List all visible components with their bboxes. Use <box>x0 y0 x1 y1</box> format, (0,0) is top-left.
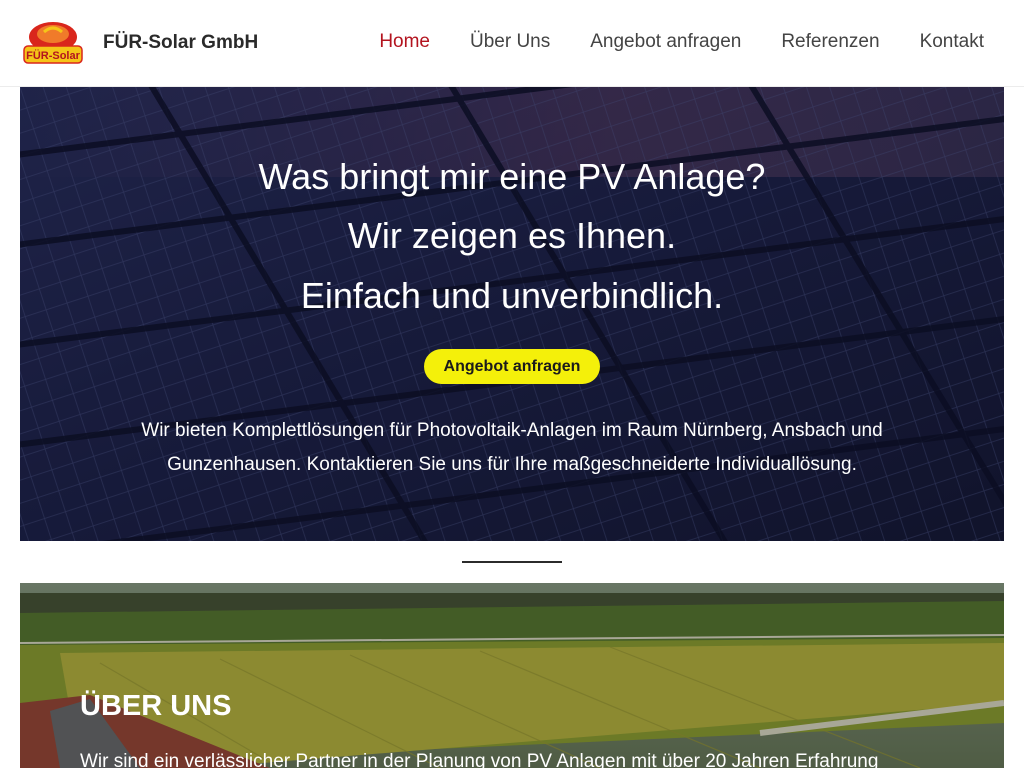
brand-name[interactable]: FÜR-Solar GmbH <box>103 32 258 54</box>
nav-home[interactable]: Home <box>379 31 430 53</box>
about-section: ÜBER UNS Wir sind ein verlässlicher Part… <box>20 583 1004 768</box>
about-heading: ÜBER UNS <box>80 690 232 722</box>
nav-angebot-anfragen[interactable]: Angebot anfragen <box>590 31 741 53</box>
hero-headline-line-3: Einfach und unverbindlich. <box>300 275 724 316</box>
nav-referenzen[interactable]: Referenzen <box>781 31 879 53</box>
svg-text:FÜR-Solar: FÜR-Solar <box>26 49 81 62</box>
main-nav: Home Über Uns Angebot anfragen Referenze… <box>379 31 984 53</box>
hero-section: Was bringt mir eine PV Anlage? Wir zeige… <box>20 87 1004 541</box>
hero-headline-line-1: Was bringt mir eine PV Anlage? <box>258 156 766 197</box>
nav-kontakt[interactable]: Kontakt <box>920 31 984 53</box>
hero-description: Wir bieten Komplettlösungen für Photovol… <box>141 420 883 475</box>
nav-ueber-uns[interactable]: Über Uns <box>470 31 550 53</box>
about-description: Wir sind ein verlässlicher Partner in de… <box>80 751 879 768</box>
sun-logo-icon[interactable]: FÜR-Solar <box>22 20 84 66</box>
hero-headline-line-2: Wir zeigen es Ihnen. <box>347 215 677 256</box>
site-header: FÜR-Solar FÜR-Solar GmbH Home Über Uns A… <box>0 0 1024 87</box>
angebot-anfragen-button[interactable]: Angebot anfragen <box>424 349 600 384</box>
section-divider <box>462 561 562 563</box>
about-overlay <box>20 583 1004 768</box>
